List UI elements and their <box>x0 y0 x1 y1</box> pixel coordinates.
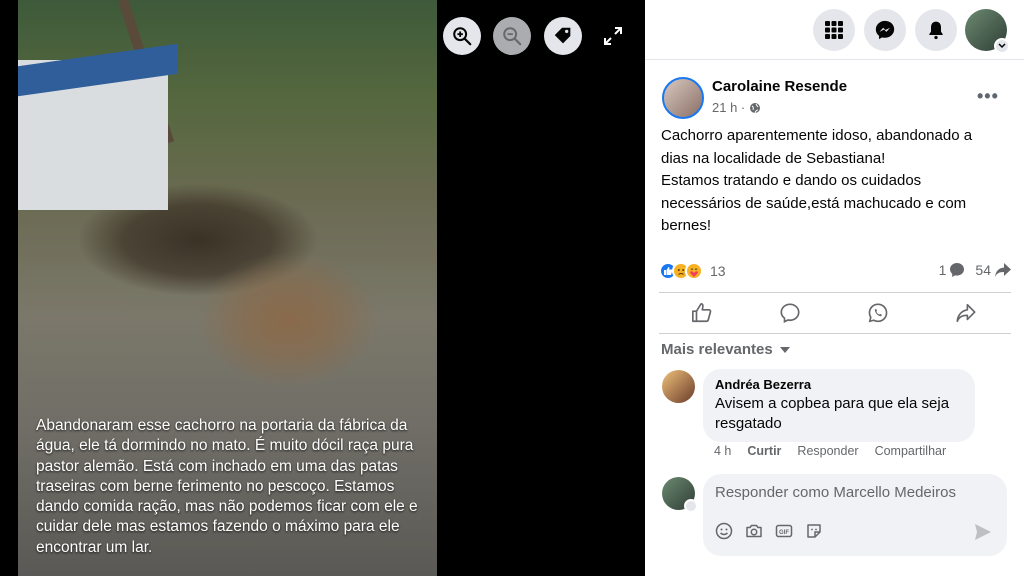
post-text-line: dias na localidade de Sebastiana! <box>661 149 886 167</box>
comment-count[interactable]: 1 <box>939 262 966 278</box>
tag-icon <box>554 27 571 44</box>
share-arrow-icon <box>995 263 1011 277</box>
post-photo: Abandonaram esse cachorro na portaria da… <box>18 0 437 576</box>
comment-reply-button[interactable]: Responder <box>797 444 858 458</box>
commenter-avatar[interactable] <box>662 370 695 403</box>
comment-share-button[interactable]: Compartilhar <box>875 444 947 458</box>
reply-composer: GIF <box>703 474 1007 556</box>
share-count-value: 54 <box>975 262 991 278</box>
comment-count-value: 1 <box>938 262 947 278</box>
reactions-summary[interactable]: 13 <box>659 262 726 280</box>
composer-tools: GIF <box>715 522 823 540</box>
post-panel: Carolaine Resende 21 h · ••• Cachorro ap… <box>645 0 1024 576</box>
thumbs-up-icon <box>692 303 712 323</box>
zoom-in-icon <box>453 27 472 46</box>
caret-down-icon <box>779 346 790 353</box>
messenger-icon <box>875 20 895 40</box>
messenger-button[interactable] <box>864 9 906 51</box>
my-avatar[interactable] <box>662 477 698 513</box>
author-avatar[interactable] <box>662 77 704 119</box>
post-text: Cachorro aparentemente idoso, abandonado… <box>661 125 1011 238</box>
more-options-icon[interactable]: ••• <box>977 86 999 107</box>
fullscreen-icon[interactable] <box>603 26 623 46</box>
chevron-down-icon <box>684 499 698 513</box>
care-reaction-icon <box>685 262 703 280</box>
camera-icon[interactable] <box>745 522 763 540</box>
comment-button[interactable] <box>777 300 803 326</box>
post-text-line: necessários de saúde,está machucado e co… <box>661 194 967 212</box>
grid-menu-icon <box>825 21 843 39</box>
commenter-name[interactable]: Andréa Bezerra <box>715 377 963 392</box>
share-icon <box>956 303 976 323</box>
photo-caption: Abandonaram esse cachorro na portaria da… <box>36 416 418 556</box>
comment-like-button[interactable]: Curtir <box>747 444 781 458</box>
share-button[interactable] <box>953 300 979 326</box>
comment-time[interactable]: 4 h <box>714 444 731 458</box>
post-time-text: 21 h · <box>712 100 746 115</box>
menu-button[interactable] <box>813 9 855 51</box>
notifications-button[interactable] <box>915 9 957 51</box>
account-avatar[interactable] <box>965 9 1010 54</box>
author-name[interactable]: Carolaine Resende <box>712 78 847 95</box>
photo-viewer: Abandonaram esse cachorro na portaria da… <box>0 0 645 576</box>
chevron-down-icon <box>994 38 1010 54</box>
comment-bubble: Andréa Bezerra Avisem a copbea para que … <box>703 369 975 442</box>
divider <box>659 333 1011 334</box>
gif-icon[interactable]: GIF <box>775 522 793 540</box>
emoji-icon[interactable] <box>715 522 733 540</box>
comment-sort-dropdown[interactable]: Mais relevantes <box>661 341 791 358</box>
bell-icon <box>929 21 943 40</box>
send-icon[interactable] <box>973 522 993 542</box>
comment-actions: 4 h Curtir Responder Compartilhar <box>714 444 946 458</box>
post-timestamp[interactable]: 21 h · <box>712 100 761 115</box>
divider <box>659 292 1011 293</box>
sticker-icon[interactable] <box>805 522 823 540</box>
post-text-line: bernes! <box>661 217 712 234</box>
comment-text: Avisem a copbea para que ela seja resgat… <box>715 395 950 432</box>
zoom-out-icon <box>503 27 522 46</box>
post-text-line: Estamos tratando e dando os cuidados <box>661 172 922 189</box>
top-bar <box>645 0 1024 60</box>
zoom-out-button[interactable] <box>493 17 531 55</box>
comment-icon <box>780 303 800 324</box>
globe-icon <box>750 102 761 113</box>
svg-text:GIF: GIF <box>779 530 789 536</box>
reaction-count: 13 <box>710 263 726 279</box>
engagement-counts: 1 54 <box>939 262 1012 278</box>
zoom-in-button[interactable] <box>443 17 481 55</box>
post-text-line: Cachorro aparentemente idoso, abandonado… <box>661 127 973 144</box>
like-button[interactable] <box>689 300 715 326</box>
tag-button[interactable] <box>544 17 582 55</box>
comment-bubble-icon <box>950 263 965 277</box>
whatsapp-share-button[interactable] <box>865 300 891 326</box>
share-count[interactable]: 54 <box>975 262 1012 278</box>
reply-input[interactable] <box>715 484 995 501</box>
sort-label: Mais relevantes <box>661 341 773 358</box>
whatsapp-icon <box>868 303 888 323</box>
